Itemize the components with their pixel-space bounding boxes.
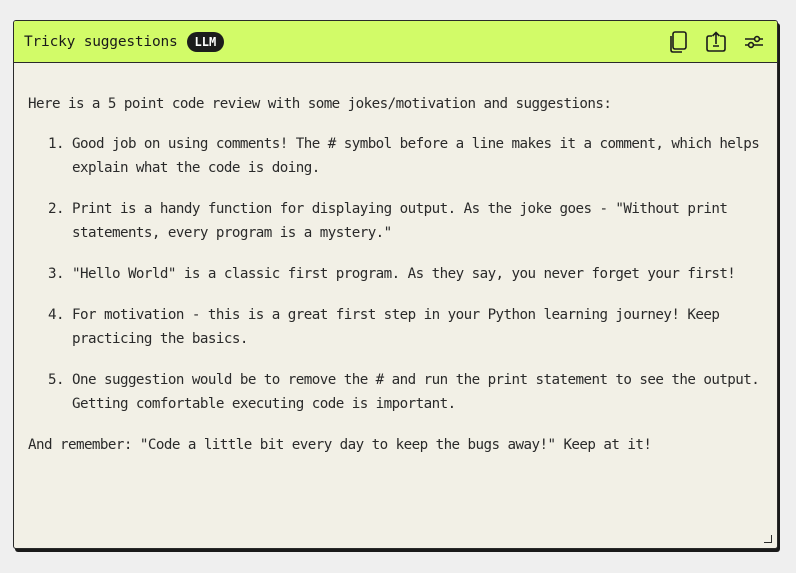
response-body: Here is a 5 point code review with some … [14, 63, 777, 457]
outro-text: And remember: "Code a little bit every d… [28, 437, 652, 453]
list-item: Good job on using comments! The # symbol… [72, 132, 763, 180]
settings-sliders-icon [745, 35, 763, 48]
share-button[interactable] [703, 29, 729, 55]
response-card: Tricky suggestions LLM Here is a 5 point… [13, 20, 778, 549]
copy-icon [670, 30, 687, 53]
list-item: "Hello World" is a classic first program… [72, 262, 763, 286]
intro-text: Here is a 5 point code review with some … [28, 96, 612, 112]
review-list: Good job on using comments! The # symbol… [28, 132, 763, 416]
list-item: One suggestion would be to remove the # … [72, 368, 763, 416]
llm-badge: LLM [186, 31, 225, 52]
card-title: Tricky suggestions [24, 33, 178, 50]
settings-button[interactable] [741, 29, 767, 55]
list-item: For motivation - this is a great first s… [72, 303, 763, 351]
share-icon [706, 30, 726, 52]
list-item: Print is a handy function for displaying… [72, 197, 763, 245]
card-header: Tricky suggestions LLM [14, 21, 777, 63]
copy-button[interactable] [665, 29, 691, 55]
resize-handle[interactable] [764, 535, 772, 543]
